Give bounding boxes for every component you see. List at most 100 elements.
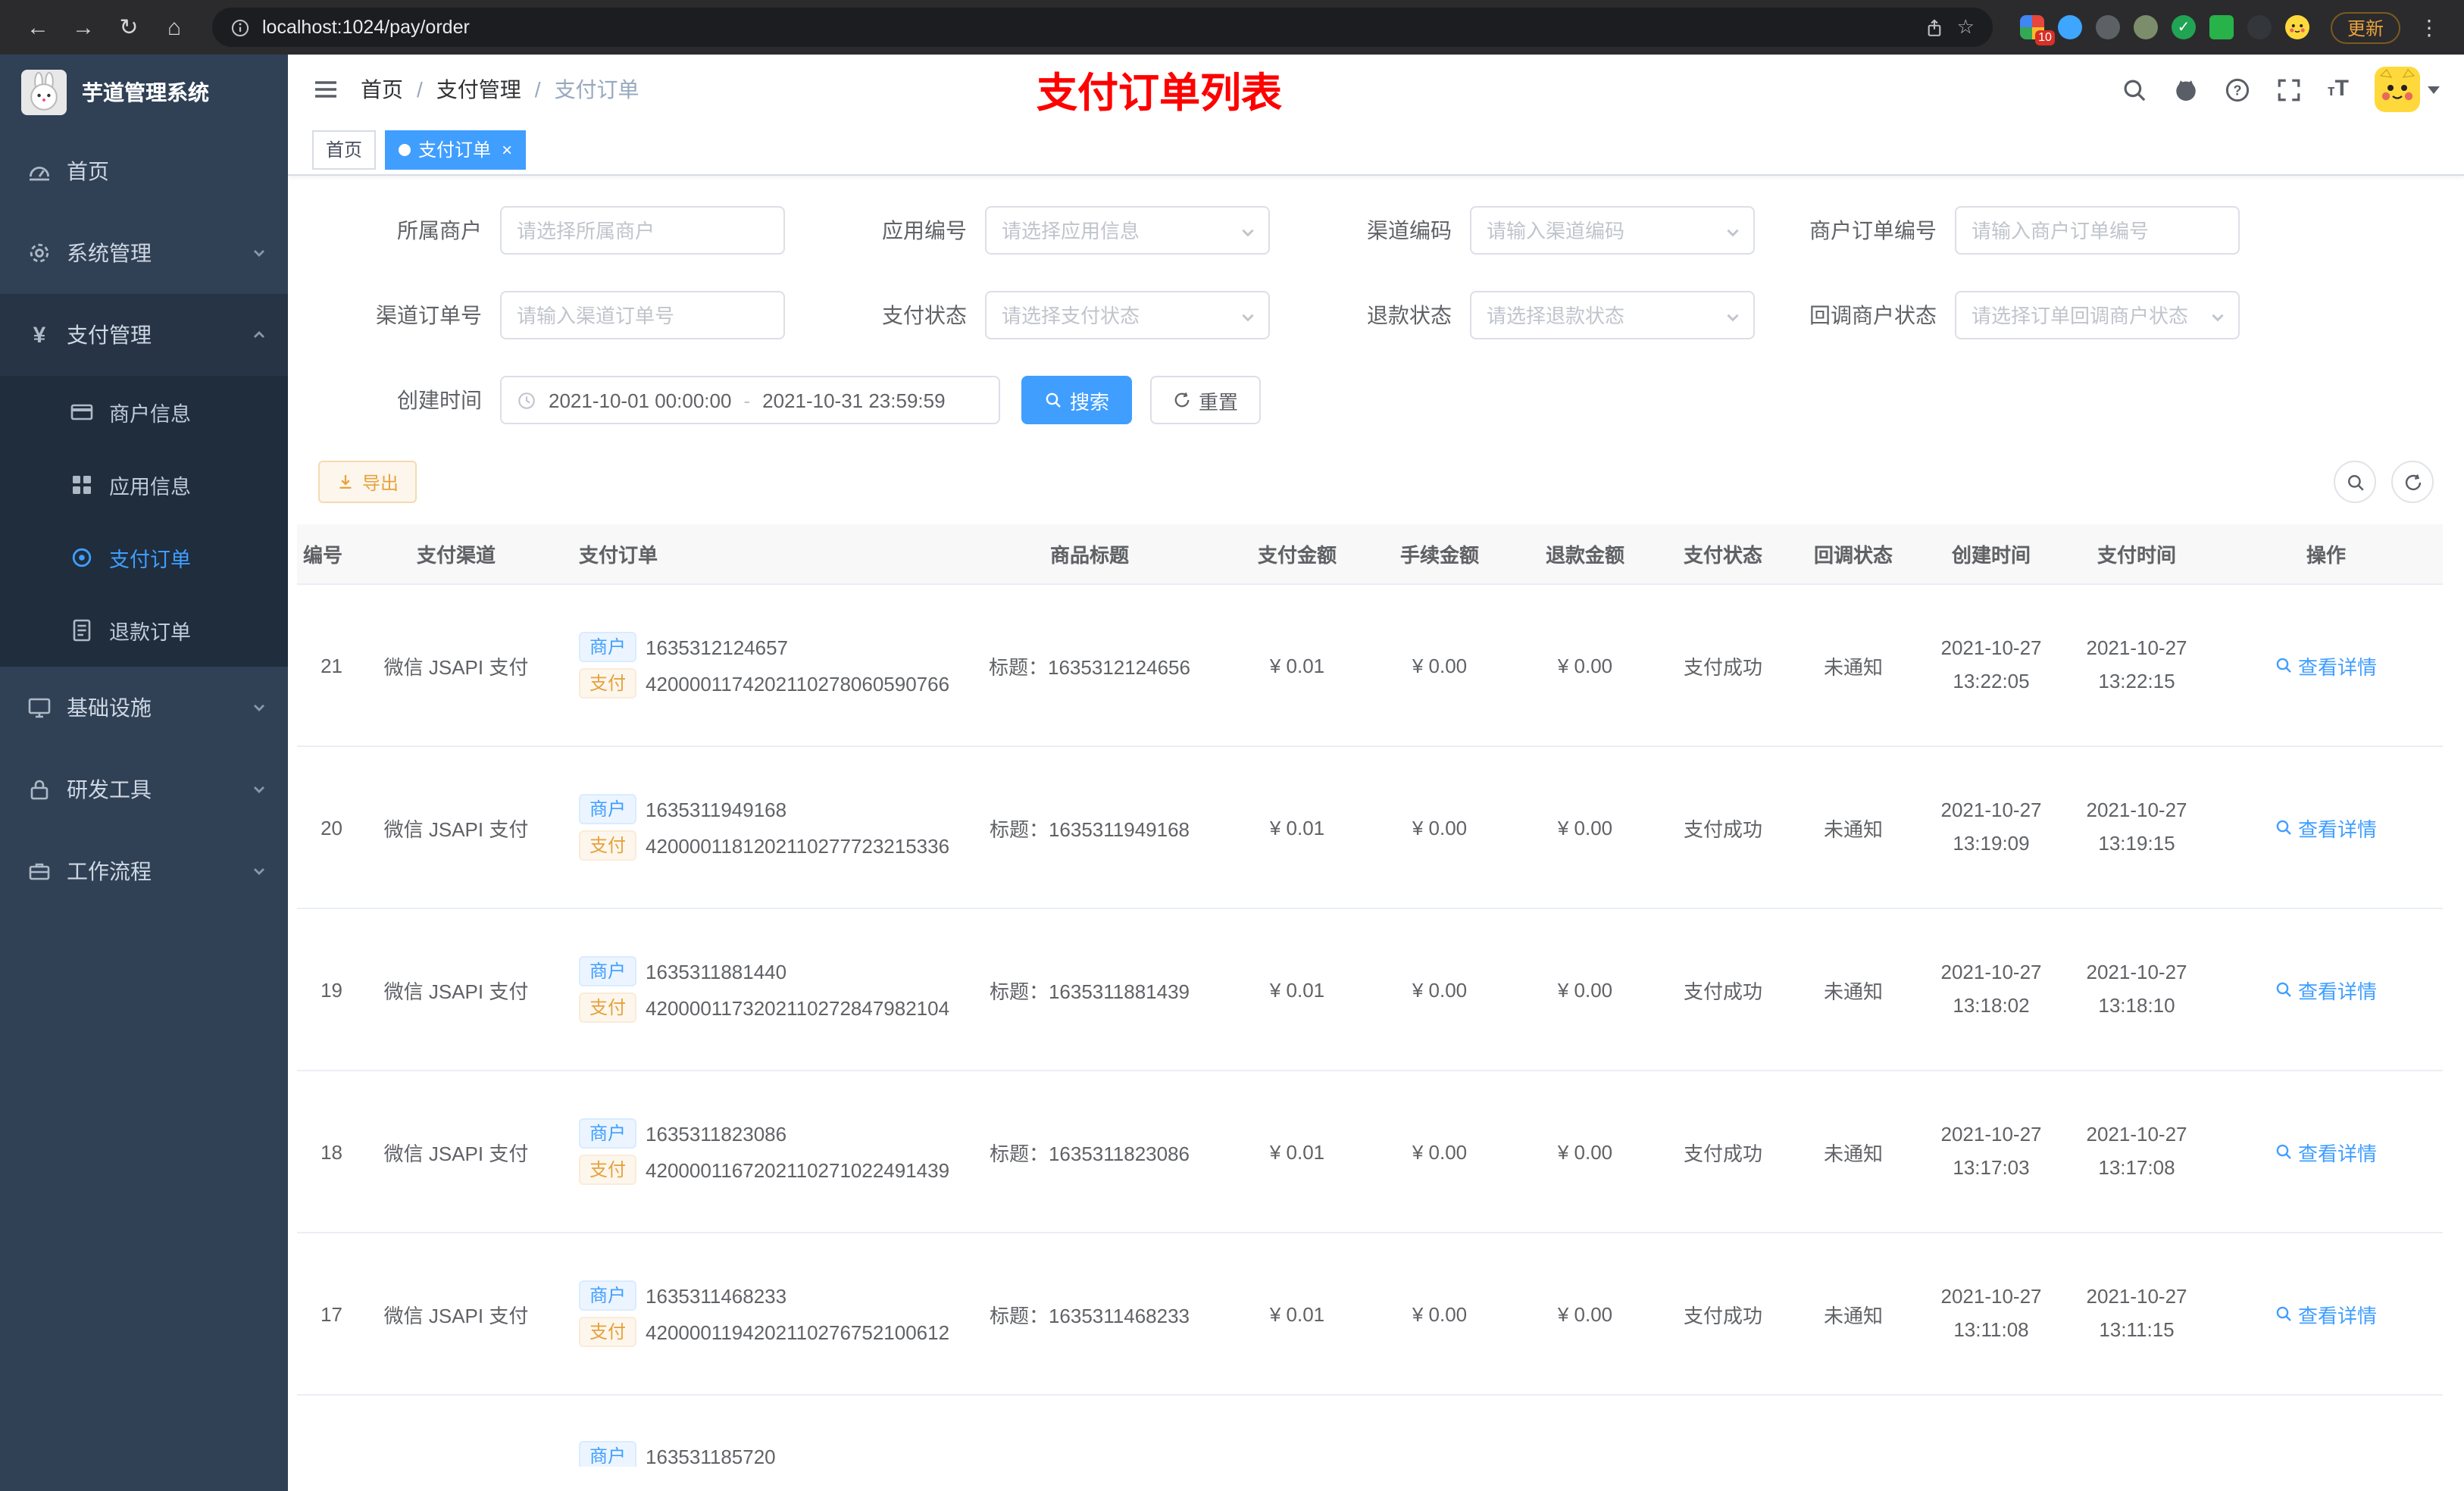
filter-label: 渠道订单号 bbox=[376, 303, 482, 327]
filter-row-2: 渠道订单号 支付状态 退款状态 bbox=[318, 291, 2434, 339]
pay-order-no: 4200001173202110272847982104 bbox=[646, 996, 950, 1019]
channel-order-no-input[interactable] bbox=[500, 291, 785, 339]
cell-amount: ¥ 0.01 bbox=[1269, 1302, 1325, 1325]
refund-status-select[interactable] bbox=[1470, 291, 1755, 339]
tab-home[interactable]: 首页 bbox=[312, 130, 377, 169]
tab-label: 支付订单 bbox=[418, 139, 492, 161]
notify-status-select[interactable] bbox=[1955, 291, 2240, 339]
clock-icon bbox=[517, 390, 536, 410]
font-size-icon[interactable]: тT bbox=[2328, 76, 2349, 103]
cell-fee: ¥ 0.00 bbox=[1412, 654, 1468, 677]
breadcrumb-section[interactable]: 支付管理 bbox=[436, 74, 521, 105]
hamburger-icon[interactable] bbox=[312, 76, 339, 103]
search-button[interactable]: 搜索 bbox=[1021, 376, 1133, 424]
sidebar-item-app-info[interactable]: 应用信息 bbox=[0, 449, 288, 521]
view-detail-link[interactable]: 查看详情 bbox=[2275, 1299, 2377, 1328]
cell-order: 商户 1635311468233 支付 4200001194202110276752… bbox=[570, 1274, 952, 1353]
search-icon bbox=[2277, 1306, 2292, 1321]
table-row: 20 微信 JSAPI 支付 商户 1635311949168 支付 4200001… bbox=[297, 747, 2443, 909]
cell-id: 20 bbox=[321, 816, 342, 839]
app-no-select[interactable] bbox=[985, 206, 1270, 255]
search-icon bbox=[2277, 820, 2292, 835]
sidebar-item-system[interactable]: 系统管理 bbox=[0, 212, 288, 294]
share-icon[interactable] bbox=[1925, 17, 1945, 37]
sidebar-item-pay[interactable]: ¥ 支付管理 bbox=[0, 294, 288, 376]
breadcrumb-home[interactable]: 首页 bbox=[361, 74, 403, 105]
cell-status: 支付成功 bbox=[1683, 1142, 1762, 1164]
extension-icon-dark[interactable] bbox=[2247, 15, 2272, 39]
sidebar-item-refund-order[interactable]: 退款订单 bbox=[0, 594, 288, 667]
extension-icon-check[interactable]: ✓ bbox=[2171, 15, 2196, 39]
pay-status-select[interactable] bbox=[985, 291, 1270, 339]
merchant-order-no: 1635311881440 bbox=[646, 960, 787, 983]
view-detail-link[interactable]: 查看详情 bbox=[2275, 975, 2377, 1004]
filter-label: 应用编号 bbox=[882, 218, 967, 242]
address-bar[interactable]: localhost:1024/pay/order ☆ bbox=[212, 8, 1993, 47]
browser-forward-button[interactable]: → bbox=[64, 8, 103, 47]
merchant-input[interactable] bbox=[500, 206, 785, 255]
orders-table: 编号 支付渠道 支付订单 商品标题 支付金额 手续金额 退款金额 支付状态 回调… bbox=[297, 524, 2443, 1467]
search-icon[interactable] bbox=[2122, 77, 2147, 102]
browser-reload-button[interactable]: ↻ bbox=[109, 8, 149, 47]
cell-order: 商户 1635311949168 支付 4200001181202110277723… bbox=[570, 788, 952, 867]
sidebar-item-dev-tools[interactable]: 研发工具 bbox=[0, 749, 288, 830]
sidebar-item-label: 基础设施 bbox=[67, 695, 152, 720]
reset-button[interactable]: 重置 bbox=[1150, 376, 1262, 424]
cell-fee: ¥ 0.00 bbox=[1412, 1140, 1468, 1163]
breadcrumb-separator: / bbox=[417, 77, 423, 102]
browser-profile-avatar[interactable] bbox=[2284, 15, 2309, 39]
main-area: 首页 / 支付管理 / 支付订单 支付订单列表 ? тT 首页 支付订单 × 所… bbox=[288, 55, 2464, 1491]
github-icon[interactable] bbox=[2173, 77, 2199, 102]
merchant-order-no-input[interactable] bbox=[1955, 206, 2240, 255]
cell-action: 查看详情 bbox=[2209, 1137, 2443, 1166]
extension-icon-grid[interactable]: 10 bbox=[2019, 15, 2055, 45]
cell-status: 支付成功 bbox=[1683, 817, 1762, 840]
extension-icon-olive[interactable] bbox=[2133, 15, 2158, 39]
close-icon[interactable]: × bbox=[502, 139, 512, 160]
cell-notify-status: 未通知 bbox=[1823, 817, 1883, 840]
filter-label: 支付状态 bbox=[882, 303, 967, 327]
sidebar-item-workflow[interactable]: 工作流程 bbox=[0, 830, 288, 912]
browser-back-button[interactable]: ← bbox=[18, 8, 58, 47]
sidebar-item-merchant-info[interactable]: 商户信息 bbox=[0, 376, 288, 449]
extension-icon-gray[interactable] bbox=[2095, 15, 2120, 39]
browser-home-button[interactable]: ⌂ bbox=[155, 8, 194, 47]
chevron-down-icon bbox=[252, 695, 267, 720]
breadcrumb: 首页 / 支付管理 / 支付订单 bbox=[361, 74, 639, 105]
browser-update-button[interactable]: 更新 bbox=[2330, 11, 2400, 43]
extension-icon-drop[interactable] bbox=[2057, 15, 2082, 39]
cell-channel: 微信 JSAPI 支付 bbox=[383, 980, 529, 1002]
merchant-tag: 商户 bbox=[579, 956, 637, 986]
channel-code-select[interactable] bbox=[1470, 206, 1755, 255]
help-icon[interactable]: ? bbox=[2225, 77, 2250, 102]
view-detail-link[interactable]: 查看详情 bbox=[2275, 1137, 2377, 1166]
date-range-picker[interactable]: 2021-10-01 00:00:00 - 2021-10-31 23:59:5… bbox=[500, 376, 1000, 424]
fullscreen-icon[interactable] bbox=[2276, 77, 2302, 102]
view-detail-link[interactable]: 查看详情 bbox=[2275, 651, 2377, 680]
user-avatar[interactable] bbox=[2375, 67, 2440, 112]
view-detail-link[interactable]: 查看详情 bbox=[2275, 813, 2377, 842]
filter-merchant-order-no: 商户订单编号 bbox=[1773, 206, 2258, 255]
extension-icon-chat[interactable] bbox=[2209, 15, 2234, 39]
export-button[interactable]: 导出 bbox=[318, 461, 417, 503]
sidebar-item-infra[interactable]: 基础设施 bbox=[0, 667, 288, 749]
bookmark-star-icon[interactable]: ☆ bbox=[1957, 15, 1975, 39]
table-row: 17 微信 JSAPI 支付 商户 1635311468233 支付 4200001… bbox=[297, 1233, 2443, 1396]
tab-pay-order[interactable]: 支付订单 × bbox=[385, 130, 527, 169]
sidebar-item-home[interactable]: 首页 bbox=[0, 130, 288, 212]
refresh-table-button[interactable] bbox=[2391, 461, 2434, 503]
table-row-partial: 商户 163531185720 bbox=[297, 1396, 2443, 1467]
toggle-search-button[interactable] bbox=[2334, 461, 2376, 503]
merchant-tag: 商户 bbox=[579, 1280, 637, 1311]
monitor-icon bbox=[27, 695, 52, 720]
lock-icon bbox=[27, 777, 52, 802]
app-logo[interactable]: 芋道管理系统 bbox=[0, 55, 288, 130]
browser-menu-icon[interactable]: ⋮ bbox=[2412, 14, 2446, 40]
sidebar: 芋道管理系统 首页 系统管理 ¥ 支付管理 商户信息 应用信息 支付订单 退款订… bbox=[0, 55, 288, 1491]
sidebar-item-pay-order[interactable]: 支付订单 bbox=[0, 521, 288, 594]
col-header-refund: 退款金额 bbox=[1545, 544, 1624, 567]
cell-title: 标题：1635311823086 bbox=[989, 1142, 1190, 1164]
search-icon bbox=[2277, 982, 2292, 997]
site-info-icon[interactable] bbox=[230, 17, 250, 37]
filter-row-3: 创建时间 2021-10-01 00:00:00 - 2021-10-31 23… bbox=[318, 376, 2434, 424]
